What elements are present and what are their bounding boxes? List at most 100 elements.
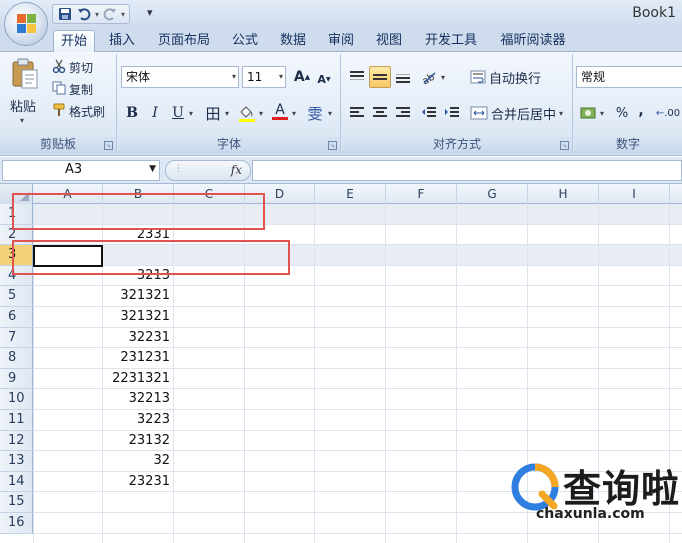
cell-b5[interactable]: 321321	[103, 288, 170, 303]
fill-color-dropdown-icon[interactable]: ▾	[259, 109, 263, 118]
insert-function-control[interactable]: ⋮ fx	[165, 160, 251, 181]
cut-button[interactable]: 剪切	[52, 58, 93, 76]
cell-b10[interactable]: 32213	[103, 391, 170, 406]
align-center-button[interactable]	[369, 102, 391, 124]
font-group-label: 字体	[118, 135, 340, 154]
tab-formulas[interactable]: 公式	[226, 30, 264, 52]
font-name-dropdown-icon[interactable]: ▾	[232, 67, 236, 87]
row-header-16[interactable]: 16	[0, 513, 33, 534]
undo-dropdown-icon[interactable]: ▾	[95, 10, 99, 19]
align-middle-button[interactable]	[369, 66, 391, 88]
font-name-combo[interactable]: 宋体 ▾	[121, 66, 239, 88]
underline-button[interactable]: U	[168, 102, 188, 124]
align-bottom-button[interactable]	[392, 66, 414, 88]
percent-style-button[interactable]: %	[612, 102, 632, 124]
decrease-indent-button[interactable]	[418, 102, 440, 124]
cell-b12[interactable]: 23132	[103, 433, 170, 448]
orientation-button[interactable]: ab	[418, 66, 440, 88]
cell-b13[interactable]: 32	[103, 453, 170, 468]
tab-foxit-reader[interactable]: 福昕阅读器	[494, 30, 572, 52]
redo-icon[interactable]	[102, 6, 118, 22]
cell-b14[interactable]: 23231	[103, 474, 170, 489]
row-header-6[interactable]: 6	[0, 307, 33, 328]
borders-dropdown-icon[interactable]: ▾	[225, 109, 229, 118]
number-group: 常规 ▾ % , ← .00 数字	[574, 54, 682, 154]
save-icon[interactable]	[57, 6, 73, 22]
paste-button[interactable]: 粘贴	[10, 96, 36, 115]
column-header-h[interactable]: H	[528, 184, 599, 204]
bold-button[interactable]: B	[122, 102, 142, 124]
font-size-combo[interactable]: 11 ▾	[242, 66, 286, 88]
clipboard-launcher-icon[interactable]: ↘	[104, 141, 113, 150]
tab-home[interactable]: 开始	[53, 30, 95, 52]
fill-color-button[interactable]	[236, 102, 258, 124]
align-top-button[interactable]	[346, 66, 368, 88]
tab-review[interactable]: 审阅	[322, 30, 360, 52]
formula-input[interactable]	[252, 160, 682, 181]
grow-font-icon: ▲	[304, 73, 311, 81]
column-header-e[interactable]: E	[315, 184, 386, 204]
row-header-10[interactable]: 10	[0, 389, 33, 410]
customize-qat-icon[interactable]: ▾	[147, 6, 153, 19]
font-launcher-icon[interactable]: ↘	[328, 141, 337, 150]
increase-decimal-button[interactable]: ← .00	[654, 102, 682, 124]
underline-dropdown-icon[interactable]: ▾	[189, 109, 193, 118]
column-header-g[interactable]: G	[457, 184, 528, 204]
wrap-text-button[interactable]: 自动换行	[470, 66, 541, 88]
orientation-dropdown-icon[interactable]: ▾	[441, 73, 445, 82]
office-button[interactable]	[4, 2, 48, 46]
tab-data[interactable]: 数据	[274, 30, 312, 52]
paste-icon[interactable]	[10, 58, 40, 89]
tab-developer[interactable]: 开发工具	[418, 30, 484, 52]
align-left-button[interactable]	[346, 102, 368, 124]
row-header-9[interactable]: 9	[0, 368, 33, 390]
increase-indent-button[interactable]	[441, 102, 463, 124]
alignment-launcher-icon[interactable]: ↘	[560, 141, 569, 150]
insert-function-icon[interactable]: fx	[231, 163, 242, 177]
accounting-format-button[interactable]	[578, 102, 600, 124]
row-header-15[interactable]: 15	[0, 492, 33, 513]
font-color-button[interactable]: A	[270, 100, 290, 122]
row-header-7[interactable]: 7	[0, 327, 33, 349]
row-header-5[interactable]: 5	[0, 286, 33, 307]
number-format-combo[interactable]: 常规	[576, 66, 682, 88]
copy-button[interactable]: 复制	[52, 80, 93, 98]
row-header-8[interactable]: 8	[0, 348, 33, 369]
grow-font-button[interactable]: A ▲	[292, 66, 312, 88]
tab-insert[interactable]: 插入	[103, 30, 141, 52]
redo-dropdown-icon[interactable]: ▾	[121, 10, 125, 19]
cell-b7[interactable]: 32231	[103, 330, 170, 345]
name-box[interactable]: A3 ▼	[2, 160, 160, 181]
cell-b6[interactable]: 321321	[103, 309, 170, 324]
name-box-dropdown-icon[interactable]: ▼	[149, 164, 156, 174]
cell-b9[interactable]: 2231321	[103, 371, 170, 386]
row-header-12[interactable]: 12	[0, 430, 33, 452]
align-right-button[interactable]	[392, 102, 414, 124]
paste-dropdown-icon[interactable]: ▾	[20, 116, 24, 125]
merge-center-dropdown-icon[interactable]: ▾	[559, 109, 563, 118]
row-header-11[interactable]: 11	[0, 410, 33, 431]
column-header-i[interactable]: I	[599, 184, 670, 204]
row-header-13[interactable]: 13	[0, 451, 33, 472]
copy-icon	[52, 81, 66, 98]
font-color-glyph: A	[275, 101, 285, 118]
cell-b8[interactable]: 231231	[103, 350, 170, 365]
phonetic-button[interactable]: 雯	[304, 102, 326, 124]
font-size-dropdown-icon[interactable]: ▾	[279, 67, 283, 87]
comma-style-button[interactable]: ,	[634, 100, 648, 122]
cell-b11[interactable]: 3223	[103, 412, 170, 427]
row-header-14[interactable]: 14	[0, 471, 33, 493]
italic-button[interactable]: I	[145, 102, 165, 124]
tab-view[interactable]: 视图	[370, 30, 408, 52]
borders-button[interactable]: 田	[202, 102, 224, 124]
merge-center-button[interactable]: 合并后居中 ▾	[470, 102, 563, 124]
format-painter-button[interactable]: 格式刷	[52, 102, 105, 120]
undo-icon[interactable]	[76, 6, 92, 22]
column-header-f[interactable]: F	[386, 184, 457, 204]
tab-page-layout[interactable]: 页面布局	[150, 30, 218, 52]
phonetic-dropdown-icon[interactable]: ▾	[328, 109, 332, 118]
accounting-dropdown-icon[interactable]: ▾	[600, 109, 604, 118]
align-middle-icon	[373, 74, 387, 80]
font-color-dropdown-icon[interactable]: ▾	[292, 109, 296, 118]
shrink-font-button[interactable]: A ▼	[314, 68, 334, 90]
